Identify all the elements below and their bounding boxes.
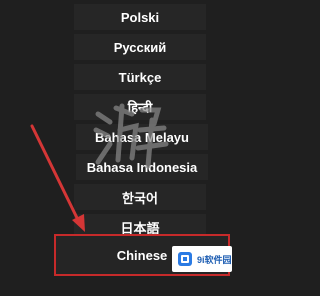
- language-option-polski[interactable]: Polski: [74, 4, 206, 30]
- language-option-malay[interactable]: Bahasa Melayu: [76, 124, 208, 150]
- language-option-russian[interactable]: Русский: [74, 34, 206, 60]
- site-logo-icon: [178, 252, 192, 266]
- language-label: Русский: [113, 39, 167, 55]
- language-option-korean[interactable]: 한국어: [74, 184, 206, 210]
- language-label: 한국어: [122, 190, 158, 206]
- language-label: Bahasa Indonesia: [86, 159, 198, 175]
- language-label: Chinese: [116, 247, 168, 263]
- language-option-turkish[interactable]: Türkçe: [74, 64, 206, 90]
- language-label: Polski: [120, 9, 160, 25]
- language-label: हिन्दी: [127, 100, 153, 115]
- language-option-hindi[interactable]: हिन्दी: [74, 94, 206, 120]
- language-label: Türkçe: [118, 69, 162, 85]
- badge-text: 9i软件园: [197, 254, 232, 265]
- language-option-indonesian[interactable]: Bahasa Indonesia: [76, 154, 208, 180]
- site-badge: 9i软件园: [172, 246, 232, 272]
- language-label: Bahasa Melayu: [95, 129, 189, 145]
